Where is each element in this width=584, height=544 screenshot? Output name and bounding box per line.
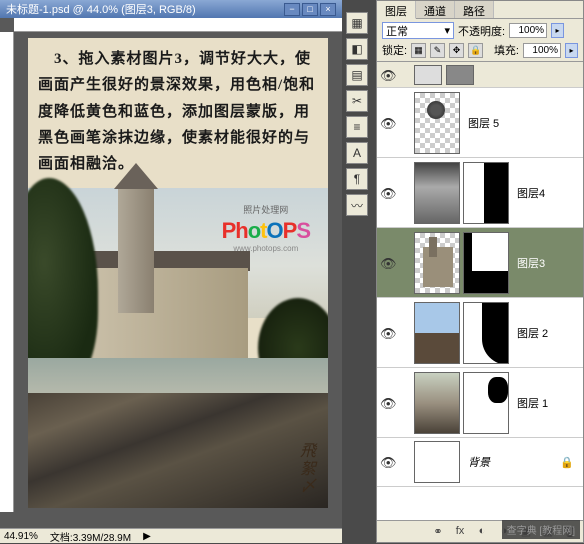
- layer-name[interactable]: 图层 2: [517, 325, 548, 341]
- layer-thumbnail[interactable]: [414, 441, 460, 483]
- window-buttons: − □ ×: [284, 3, 336, 16]
- layer-row[interactable]: 👁 图层 1: [377, 368, 583, 438]
- layer-name[interactable]: 图层4: [517, 185, 545, 201]
- layer-thumbnail[interactable]: [414, 372, 460, 434]
- visibility-toggle[interactable]: 👁: [380, 68, 394, 82]
- color-icon[interactable]: ◧: [346, 38, 368, 60]
- close-button[interactable]: ×: [320, 3, 336, 16]
- visibility-toggle[interactable]: 👁: [380, 116, 394, 130]
- document-window: 未标题-1.psd @ 44.0% (图层3, RGB/8) − □ ×: [0, 0, 342, 528]
- layer-row[interactable]: 👁 图层 5: [377, 88, 583, 158]
- brush-icon[interactable]: 〰: [346, 194, 368, 216]
- canvas-area[interactable]: 3、拖入素材图片3，调节好大大，使画面产生很好的景深效果，用色相/饱和度降低黄色…: [14, 32, 342, 512]
- fill-arrow-icon[interactable]: ▸: [565, 43, 578, 58]
- doc-size: 文档:3.39M/28.9M: [50, 529, 131, 544]
- watermark: 查字典 [教程网]: [502, 520, 580, 539]
- lock-position-icon[interactable]: ✥: [449, 43, 464, 58]
- layer-name[interactable]: 图层3: [517, 255, 545, 271]
- fill-label: 填充:: [494, 42, 519, 58]
- logo-tagline: 照片处理网: [222, 203, 310, 216]
- document-titlebar[interactable]: 未标题-1.psd @ 44.0% (图层3, RGB/8) − □ ×: [0, 0, 342, 18]
- photops-logo: 照片处理网 PhotOPS www.photops.com: [222, 203, 310, 253]
- layer-thumbnail[interactable]: [414, 92, 460, 154]
- layer-thumbnail[interactable]: [414, 232, 460, 294]
- layer-thumbnail[interactable]: [414, 162, 460, 224]
- link-layers-icon[interactable]: ⚭: [430, 525, 446, 539]
- minimize-button[interactable]: −: [284, 3, 300, 16]
- zoom-level[interactable]: 44.91%: [4, 531, 38, 542]
- lock-icon: 🔒: [560, 456, 574, 469]
- layer-row[interactable]: 👁 背景 🔒: [377, 438, 583, 487]
- visibility-toggle[interactable]: 👁: [380, 455, 394, 469]
- effect-thumb: [446, 65, 474, 85]
- visibility-toggle[interactable]: 👁: [380, 326, 394, 340]
- layer-mask-icon[interactable]: ◐: [474, 525, 490, 539]
- ruler-horizontal[interactable]: [14, 18, 342, 32]
- swatches-icon[interactable]: ▤: [346, 64, 368, 86]
- layers-list[interactable]: 👁 图层 5 👁 图层4 👁 图层3 👁 图层 2 👁 图层 1 👁 背景 🔒: [377, 88, 583, 520]
- layer-row[interactable]: 👁 图层3: [377, 228, 583, 298]
- visibility-toggle[interactable]: 👁: [380, 186, 394, 200]
- mask-thumbnail[interactable]: [463, 232, 509, 294]
- signature: 飛絮〆: [300, 443, 316, 496]
- layer-row[interactable]: 👁 图层4: [377, 158, 583, 228]
- layers-panel: 图层 通道 路径 正常▾ 不透明度: ▸ 锁定: ▦ ✎ ✥ 🔒 填充: ▸ 👁…: [376, 0, 584, 543]
- mask-thumbnail[interactable]: [463, 162, 509, 224]
- visibility-toggle[interactable]: 👁: [380, 396, 394, 410]
- character-icon[interactable]: A: [346, 142, 368, 164]
- history-icon[interactable]: ✂: [346, 90, 368, 112]
- navigator-icon[interactable]: ▦: [346, 12, 368, 34]
- lock-label: 锁定:: [382, 42, 407, 58]
- logo-url: www.photops.com: [222, 244, 310, 253]
- layer-thumbnail[interactable]: [414, 302, 460, 364]
- tab-channels[interactable]: 通道: [416, 1, 455, 18]
- tab-paths[interactable]: 路径: [455, 1, 494, 18]
- layer-name[interactable]: 图层 1: [517, 395, 548, 411]
- opacity-label: 不透明度:: [458, 23, 505, 39]
- lock-all-icon[interactable]: 🔒: [468, 43, 483, 58]
- document-title: 未标题-1.psd @ 44.0% (图层3, RGB/8): [6, 1, 196, 17]
- status-arrow-icon[interactable]: ▶: [143, 531, 151, 542]
- fill-input[interactable]: [523, 43, 561, 58]
- canvas[interactable]: 3、拖入素材图片3，调节好大大，使画面产生很好的景深效果，用色相/饱和度降低黄色…: [28, 38, 328, 508]
- status-bar: 44.91% 文档:3.39M/28.9M ▶: [0, 528, 342, 543]
- tab-layers[interactable]: 图层: [377, 1, 416, 19]
- extra-effects-row[interactable]: 👁: [377, 62, 583, 88]
- effect-thumb: [414, 65, 442, 85]
- layer-name[interactable]: 图层 5: [468, 115, 499, 131]
- opacity-input[interactable]: [509, 23, 547, 38]
- panel-tabs: 图层 通道 路径: [377, 1, 583, 19]
- layer-style-icon[interactable]: fx: [452, 525, 468, 539]
- tutorial-text: 3、拖入素材图片3，调节好大大，使画面产生很好的景深效果，用色相/饱和度降低黄色…: [38, 46, 318, 177]
- ruler-vertical[interactable]: [0, 32, 14, 512]
- mini-toolbar: ▦ ◧ ▤ ✂ ≡ A ¶ 〰: [346, 12, 370, 216]
- mask-thumbnail[interactable]: [463, 372, 509, 434]
- mask-thumbnail[interactable]: [463, 302, 509, 364]
- paragraph-icon[interactable]: ¶: [346, 168, 368, 190]
- actions-icon[interactable]: ≡: [346, 116, 368, 138]
- maximize-button[interactable]: □: [302, 3, 318, 16]
- lock-paint-icon[interactable]: ✎: [430, 43, 445, 58]
- opacity-arrow-icon[interactable]: ▸: [551, 23, 564, 38]
- layer-row[interactable]: 👁 图层 2: [377, 298, 583, 368]
- layer-name[interactable]: 背景: [468, 454, 490, 470]
- blend-mode-select[interactable]: 正常▾: [382, 22, 454, 39]
- layer-options: 正常▾ 不透明度: ▸ 锁定: ▦ ✎ ✥ 🔒 填充: ▸: [377, 19, 583, 62]
- lock-transparency-icon[interactable]: ▦: [411, 43, 426, 58]
- visibility-toggle[interactable]: 👁: [380, 256, 394, 270]
